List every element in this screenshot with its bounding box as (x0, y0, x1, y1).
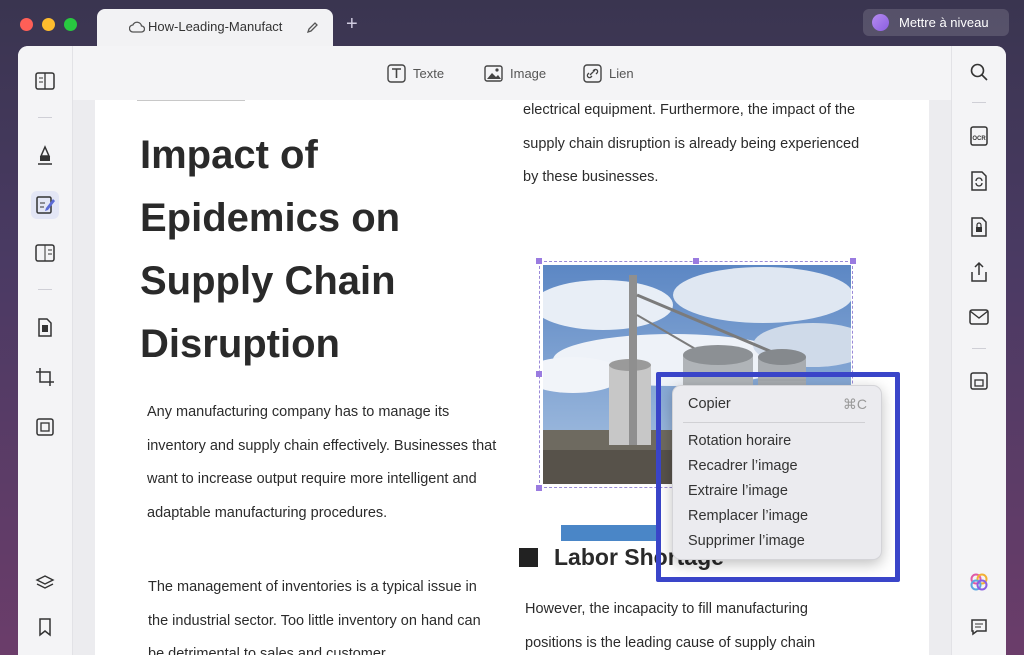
compress-icon[interactable] (31, 413, 59, 441)
sidebar-divider (972, 102, 986, 103)
svg-text:OCR: OCR (972, 136, 986, 142)
resize-handle[interactable] (850, 258, 856, 264)
cloud-icon (129, 21, 145, 33)
link-tool-icon (583, 63, 602, 83)
protect-file-icon[interactable] (965, 213, 993, 241)
decorative-bar (561, 525, 659, 541)
image-tool-label: Image (510, 65, 547, 81)
ai-assistant-icon[interactable] (965, 568, 993, 596)
resize-handle[interactable] (536, 258, 542, 264)
sidebar-divider (38, 117, 52, 118)
menu-item-copy[interactable]: Copier (688, 396, 731, 412)
body-paragraph[interactable]: The management of inventories is a typic… (148, 571, 498, 655)
body-paragraph[interactable]: However, the incapacity to fill manufact… (525, 593, 865, 655)
avatar-icon (872, 14, 889, 31)
new-tab-button[interactable]: + (346, 14, 358, 34)
menu-item-rotate-clockwise[interactable]: Rotation horaire (688, 433, 791, 449)
layers-icon[interactable] (31, 569, 59, 597)
convert-icon[interactable] (31, 313, 59, 341)
add-image-button[interactable]: Image (484, 63, 546, 83)
edit-pdf-icon[interactable] (31, 191, 59, 219)
tab-title: How-Leading-Manufact (148, 19, 283, 34)
menu-divider (683, 422, 865, 423)
highlighter-icon[interactable] (31, 141, 59, 169)
document-title[interactable]: Impact of Epidemics on Supply Chain Disr… (140, 124, 500, 376)
document-tab[interactable]: How-Leading-Manufact (97, 9, 333, 46)
organize-pages-icon[interactable] (31, 239, 59, 267)
ocr-icon[interactable]: OCR (965, 122, 993, 150)
share-icon[interactable] (965, 258, 993, 286)
resize-handle[interactable] (693, 258, 699, 264)
image-tool-icon (484, 64, 503, 82)
resize-handle[interactable] (536, 371, 542, 377)
right-sidebar: OCR (951, 46, 1006, 655)
image-context-menu: Copier ⌘C Rotation horaire Recadrer l’im… (672, 385, 882, 560)
body-paragraph[interactable]: Any manufacturing company has to manage … (147, 396, 497, 530)
bullet-square (519, 548, 538, 567)
menu-item-extract-image[interactable]: Extraire l’image (688, 483, 788, 499)
link-tool-label: Lien (609, 65, 634, 81)
menu-item-delete-image[interactable]: Supprimer l’image (688, 533, 805, 549)
bookmark-icon[interactable] (31, 613, 59, 641)
page-divider (137, 100, 245, 101)
edit-toolbar: Texte Image Lien (73, 46, 951, 100)
copy-shortcut: ⌘C (842, 396, 867, 412)
minimize-window-button[interactable] (42, 18, 55, 31)
upgrade-label: Mettre à niveau (899, 15, 989, 30)
reader-icon[interactable] (31, 67, 59, 95)
title-bar: How-Leading-Manufact + Mettre à niveau (0, 0, 1024, 46)
comment-icon[interactable] (965, 613, 993, 641)
convert-file-icon[interactable] (965, 167, 993, 195)
text-tool-icon (387, 63, 406, 83)
close-window-button[interactable] (20, 18, 33, 31)
menu-item-crop-image[interactable]: Recadrer l’image (688, 458, 798, 474)
add-link-button[interactable]: Lien (583, 63, 634, 83)
body-paragraph[interactable]: electrical equipment. Furthermore, the i… (523, 100, 873, 195)
add-text-button[interactable]: Texte (387, 63, 444, 83)
search-icon[interactable] (965, 58, 993, 86)
pencil-icon[interactable] (306, 20, 320, 34)
left-sidebar (18, 46, 73, 655)
menu-item-replace-image[interactable]: Remplacer l’image (688, 508, 808, 524)
crop-icon[interactable] (31, 363, 59, 391)
zoom-window-button[interactable] (64, 18, 77, 31)
save-icon[interactable] (965, 367, 993, 395)
sidebar-divider (38, 289, 52, 290)
resize-handle[interactable] (536, 485, 542, 491)
text-tool-label: Texte (413, 65, 445, 81)
email-icon[interactable] (965, 303, 993, 331)
sidebar-divider (972, 348, 986, 349)
upgrade-button[interactable]: Mettre à niveau (863, 9, 1009, 36)
